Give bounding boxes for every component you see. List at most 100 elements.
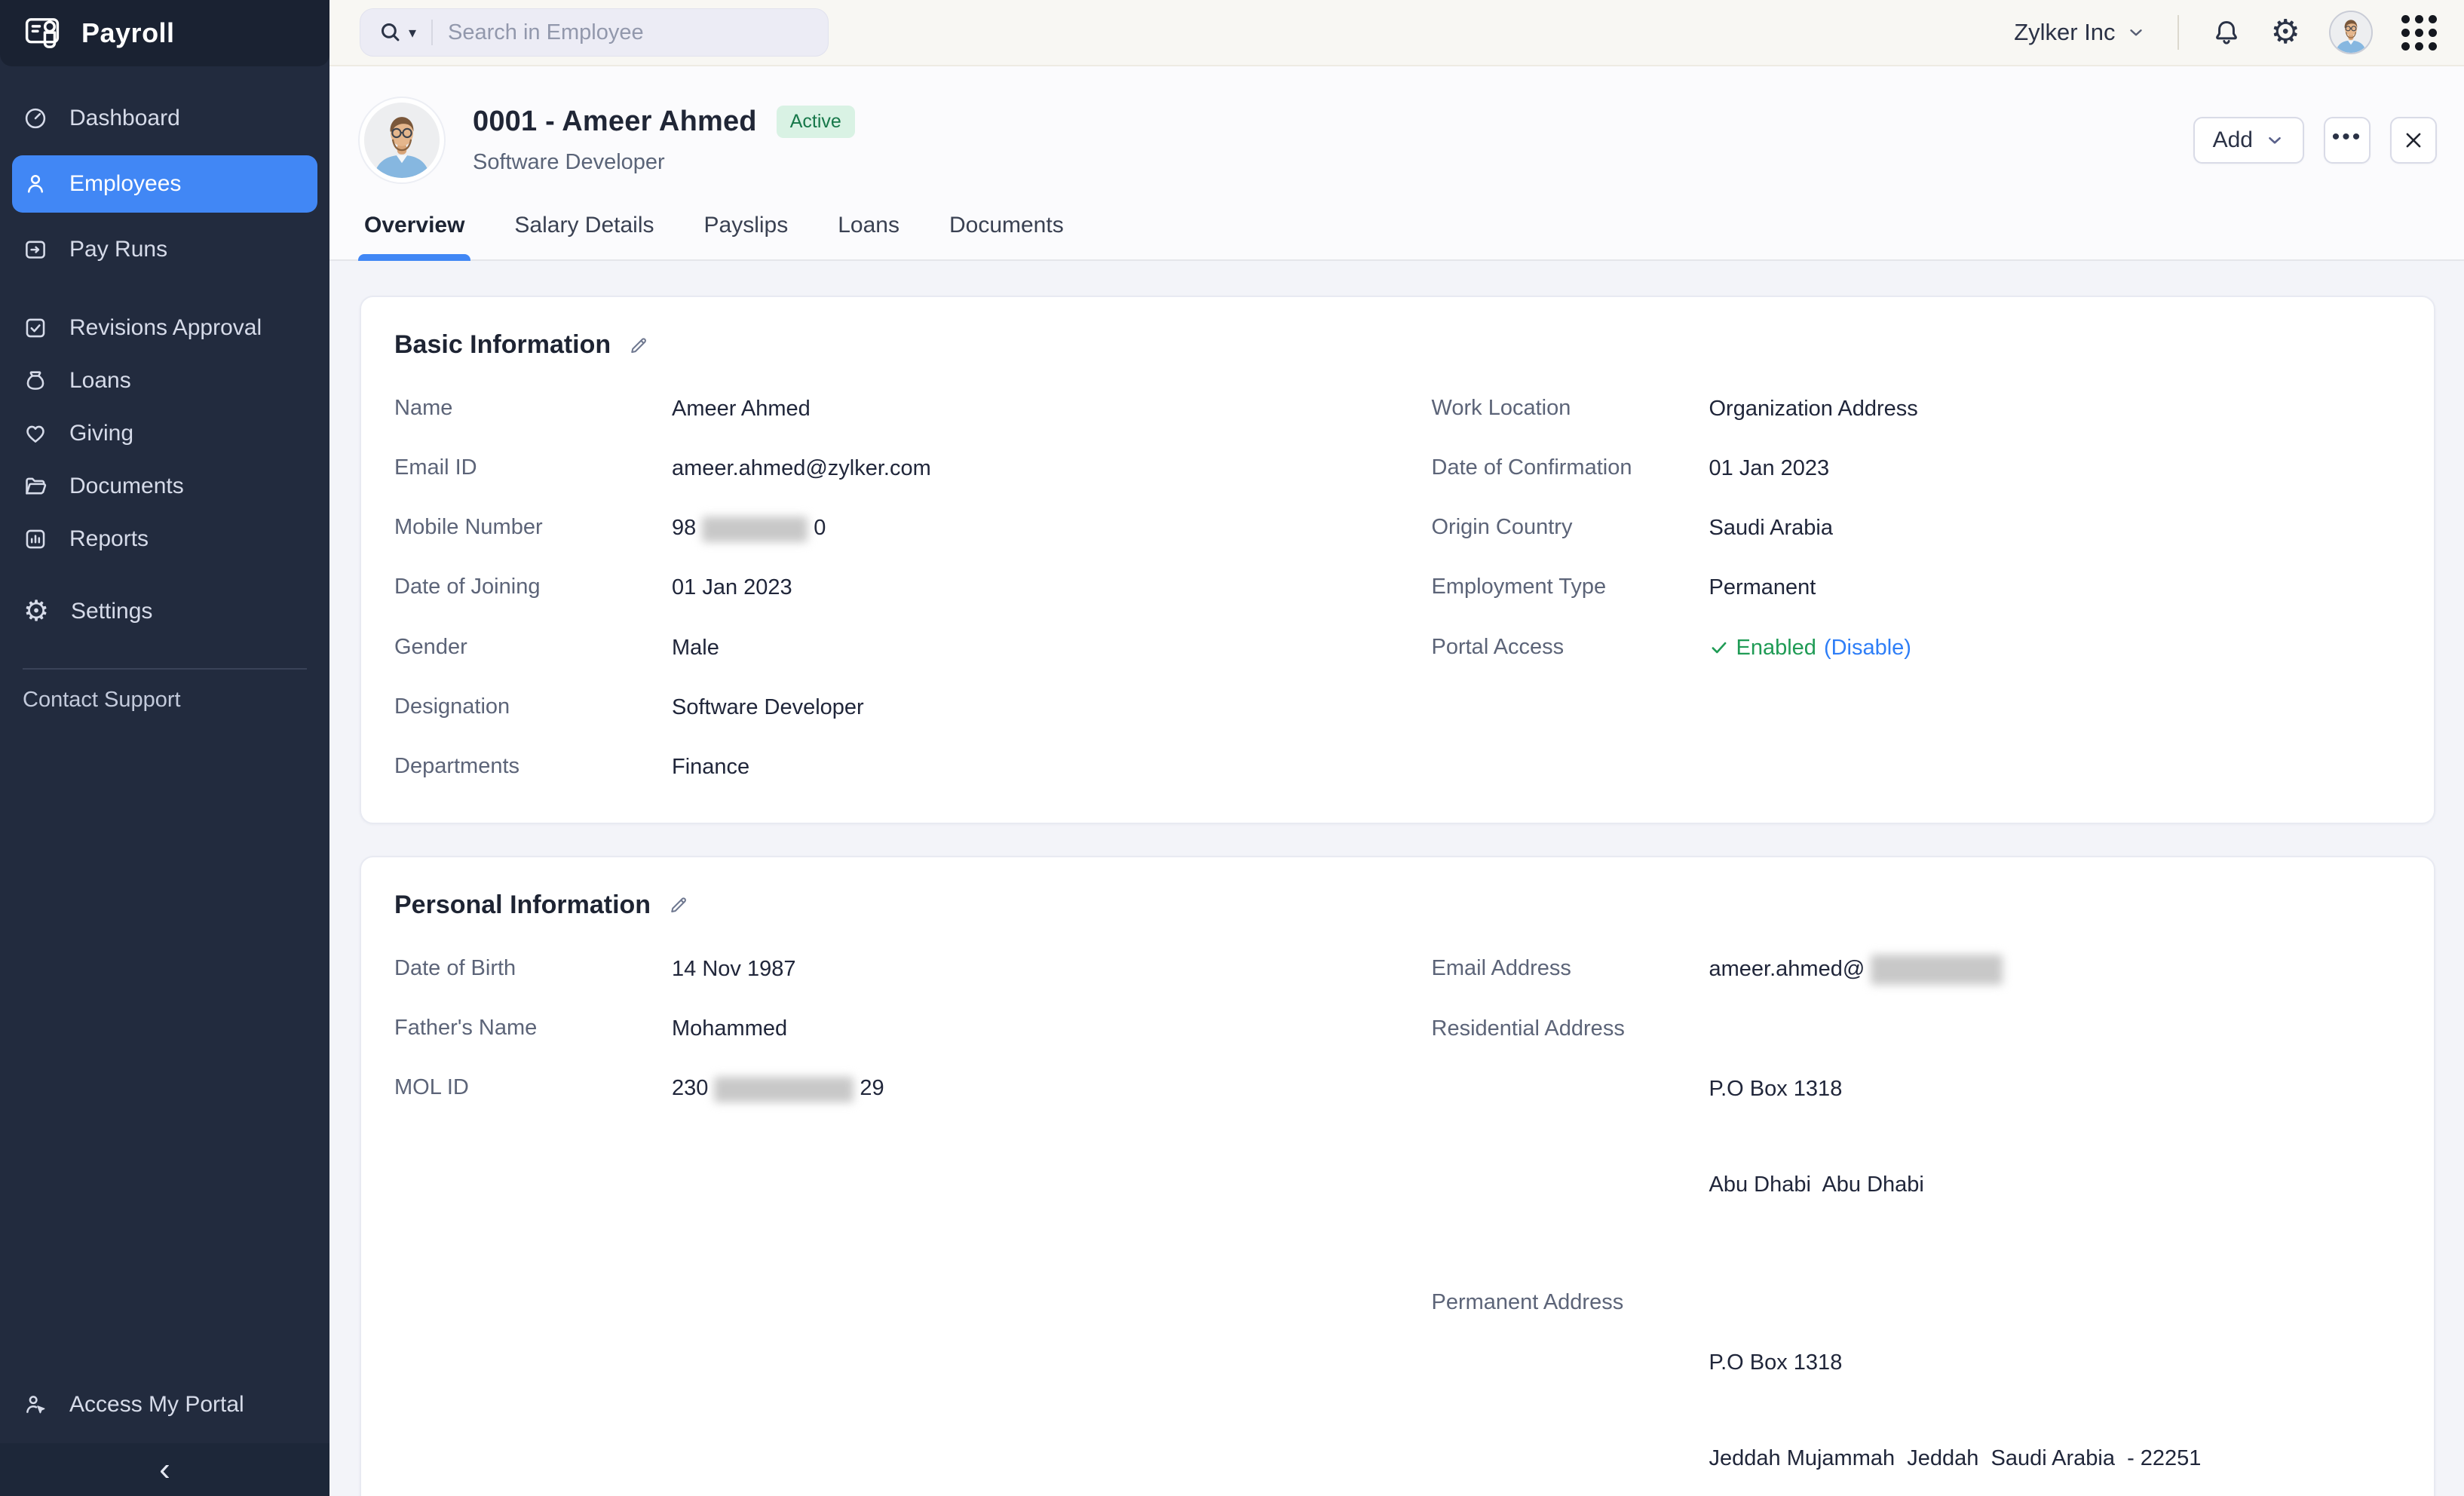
tab-salary-details[interactable]: Salary Details [514,213,654,259]
tab-documents[interactable]: Documents [949,213,1064,259]
sidebar-spacer [0,724,329,1378]
topbar-actions: Zylker Inc ⚙ [2014,11,2437,54]
field-value: P.O Box 1318 Jeddah Mujammah Jeddah Saud… [1709,1289,2202,1496]
field-row: Date of Birth 14 Nov 1987 [394,955,1364,984]
field-row: Email ID ameer.ahmed@zylker.com [394,454,1364,483]
masked-suffix: 29 [860,1076,884,1100]
edit-personal-information-button[interactable] [667,894,690,916]
personal-left-column: Date of Birth 14 Nov 1987 Father's Name … [394,920,1364,1496]
close-button[interactable] [2390,117,2437,164]
settings-button[interactable]: ⚙ [2271,16,2300,49]
notifications-button[interactable] [2211,17,2242,48]
dashboard-icon [23,106,48,131]
field-row: Gender Male [394,633,1364,663]
sidebar-item-label: Employees [69,171,181,197]
sidebar-divider [23,668,307,670]
sidebar-item-giving[interactable]: Giving [0,407,329,460]
gear-icon: ⚙ [2271,16,2300,49]
avatar-image [364,103,440,178]
field-label: Date of Joining [394,573,672,600]
tab-overview[interactable]: Overview [364,213,464,259]
field-row: Portal Access Enabled (Disable) [1432,633,2401,663]
app-grid-icon[interactable] [2401,15,2437,51]
tab-loans[interactable]: Loans [838,213,899,259]
field-value: Software Developer [672,693,864,722]
field-row: Origin Country Saudi Arabia [1432,513,2401,543]
masked-prefix: 230 [672,1076,708,1100]
field-row: Designation Software Developer [394,693,1364,722]
card-title: Personal Information [394,891,651,920]
sidebar-item-access-my-portal[interactable]: Access My Portal [0,1378,329,1431]
sidebar-collapse-button[interactable]: ‹ [0,1443,329,1496]
field-value: Male [672,633,719,663]
disable-portal-link[interactable]: (Disable) [1824,633,1911,663]
app-logo[interactable]: Payroll [0,0,329,66]
field-value: ameer.ahmed@zylker.com [672,454,931,483]
sidebar-item-revisions-approval[interactable]: Revisions Approval [0,302,329,354]
field-label: Gender [394,633,672,661]
org-switcher[interactable]: Zylker Inc [2014,19,2145,46]
field-label: Residential Address [1432,1015,1709,1042]
search-input[interactable] [448,20,811,45]
field-label: Work Location [1432,394,1709,422]
global-search[interactable]: ▾ [360,8,829,57]
user-avatar[interactable] [2329,11,2373,54]
field-label: Employment Type [1432,573,1709,600]
sidebar-item-reports[interactable]: Reports [0,513,329,566]
field-value-masked: 980 [672,513,826,543]
search-icon [377,19,404,46]
field-label: Portal Access [1432,633,1709,661]
close-icon [2402,129,2425,152]
field-label: Permanent Address [1432,1289,1709,1316]
sidebar-item-label: Settings [71,599,152,624]
reports-icon [23,526,48,552]
revisions-approval-icon [23,315,48,341]
header-actions: Add ••• [2193,117,2437,164]
sidebar-nav: Dashboard Employees Pay Runs [0,66,329,638]
field-label: Name [394,394,672,422]
chevron-left-icon: ‹ [159,1453,170,1486]
field-row: MOL ID 23029 [394,1074,1364,1103]
sidebar-item-label: Loans [69,368,131,394]
tab-payslips[interactable]: Payslips [704,213,789,259]
field-row: Father's Name Mohammed [394,1014,1364,1044]
sidebar-item-settings[interactable]: ⚙ Settings [0,585,329,638]
basic-left-column: Name Ameer Ahmed Email ID ameer.ahmed@zy… [394,360,1364,782]
field-label: Date of Confirmation [1432,454,1709,481]
field-value: Mohammed [672,1014,787,1044]
sidebar-item-contact-support[interactable]: Contact Support [0,676,329,724]
sidebar-item-employees[interactable]: Employees [12,155,317,213]
check-icon [1709,638,1729,658]
field-value: 01 Jan 2023 [1709,454,1830,483]
settings-gear-icon: ⚙ [23,597,50,626]
edit-basic-information-button[interactable] [627,334,650,357]
add-button-label: Add [2213,127,2253,153]
field-row: Name Ameer Ahmed [394,394,1364,424]
field-value: Finance [672,753,749,782]
employee-designation: Software Developer [473,150,855,175]
field-value: Permanent [1709,573,1816,602]
sidebar-item-documents[interactable]: Documents [0,460,329,513]
sidebar-item-label: Giving [69,421,133,446]
address-line-2: Abu Dhabi Abu Dhabi [1709,1170,1924,1200]
pay-runs-icon [23,237,48,262]
personal-information-card: Personal Information Date of Birth [360,856,2435,1496]
search-scope-caret-icon[interactable]: ▾ [409,23,416,42]
main-area: ▾ Zylker Inc [329,0,2464,1496]
sidebar-item-loans[interactable]: Loans [0,354,329,407]
access-portal-label: Access My Portal [69,1392,244,1418]
personal-right-column: Email Address ameer.ahmed@ Residential A… [1432,920,2401,1496]
sidebar-item-dashboard[interactable]: Dashboard [0,92,329,145]
chevron-down-icon [2265,130,2285,150]
add-button[interactable]: Add [2193,117,2304,164]
sidebar-item-pay-runs[interactable]: Pay Runs [0,223,329,276]
field-row: Date of Joining 01 Jan 2023 [394,573,1364,602]
documents-folder-icon [23,474,48,499]
field-value: 01 Jan 2023 [672,573,792,602]
field-row: Departments Finance [394,753,1364,782]
app-title: Payroll [81,17,175,49]
employee-avatar [360,98,444,182]
masked-value [1871,955,2003,985]
field-value: Saudi Arabia [1709,513,1833,543]
more-button[interactable]: ••• [2324,117,2371,164]
